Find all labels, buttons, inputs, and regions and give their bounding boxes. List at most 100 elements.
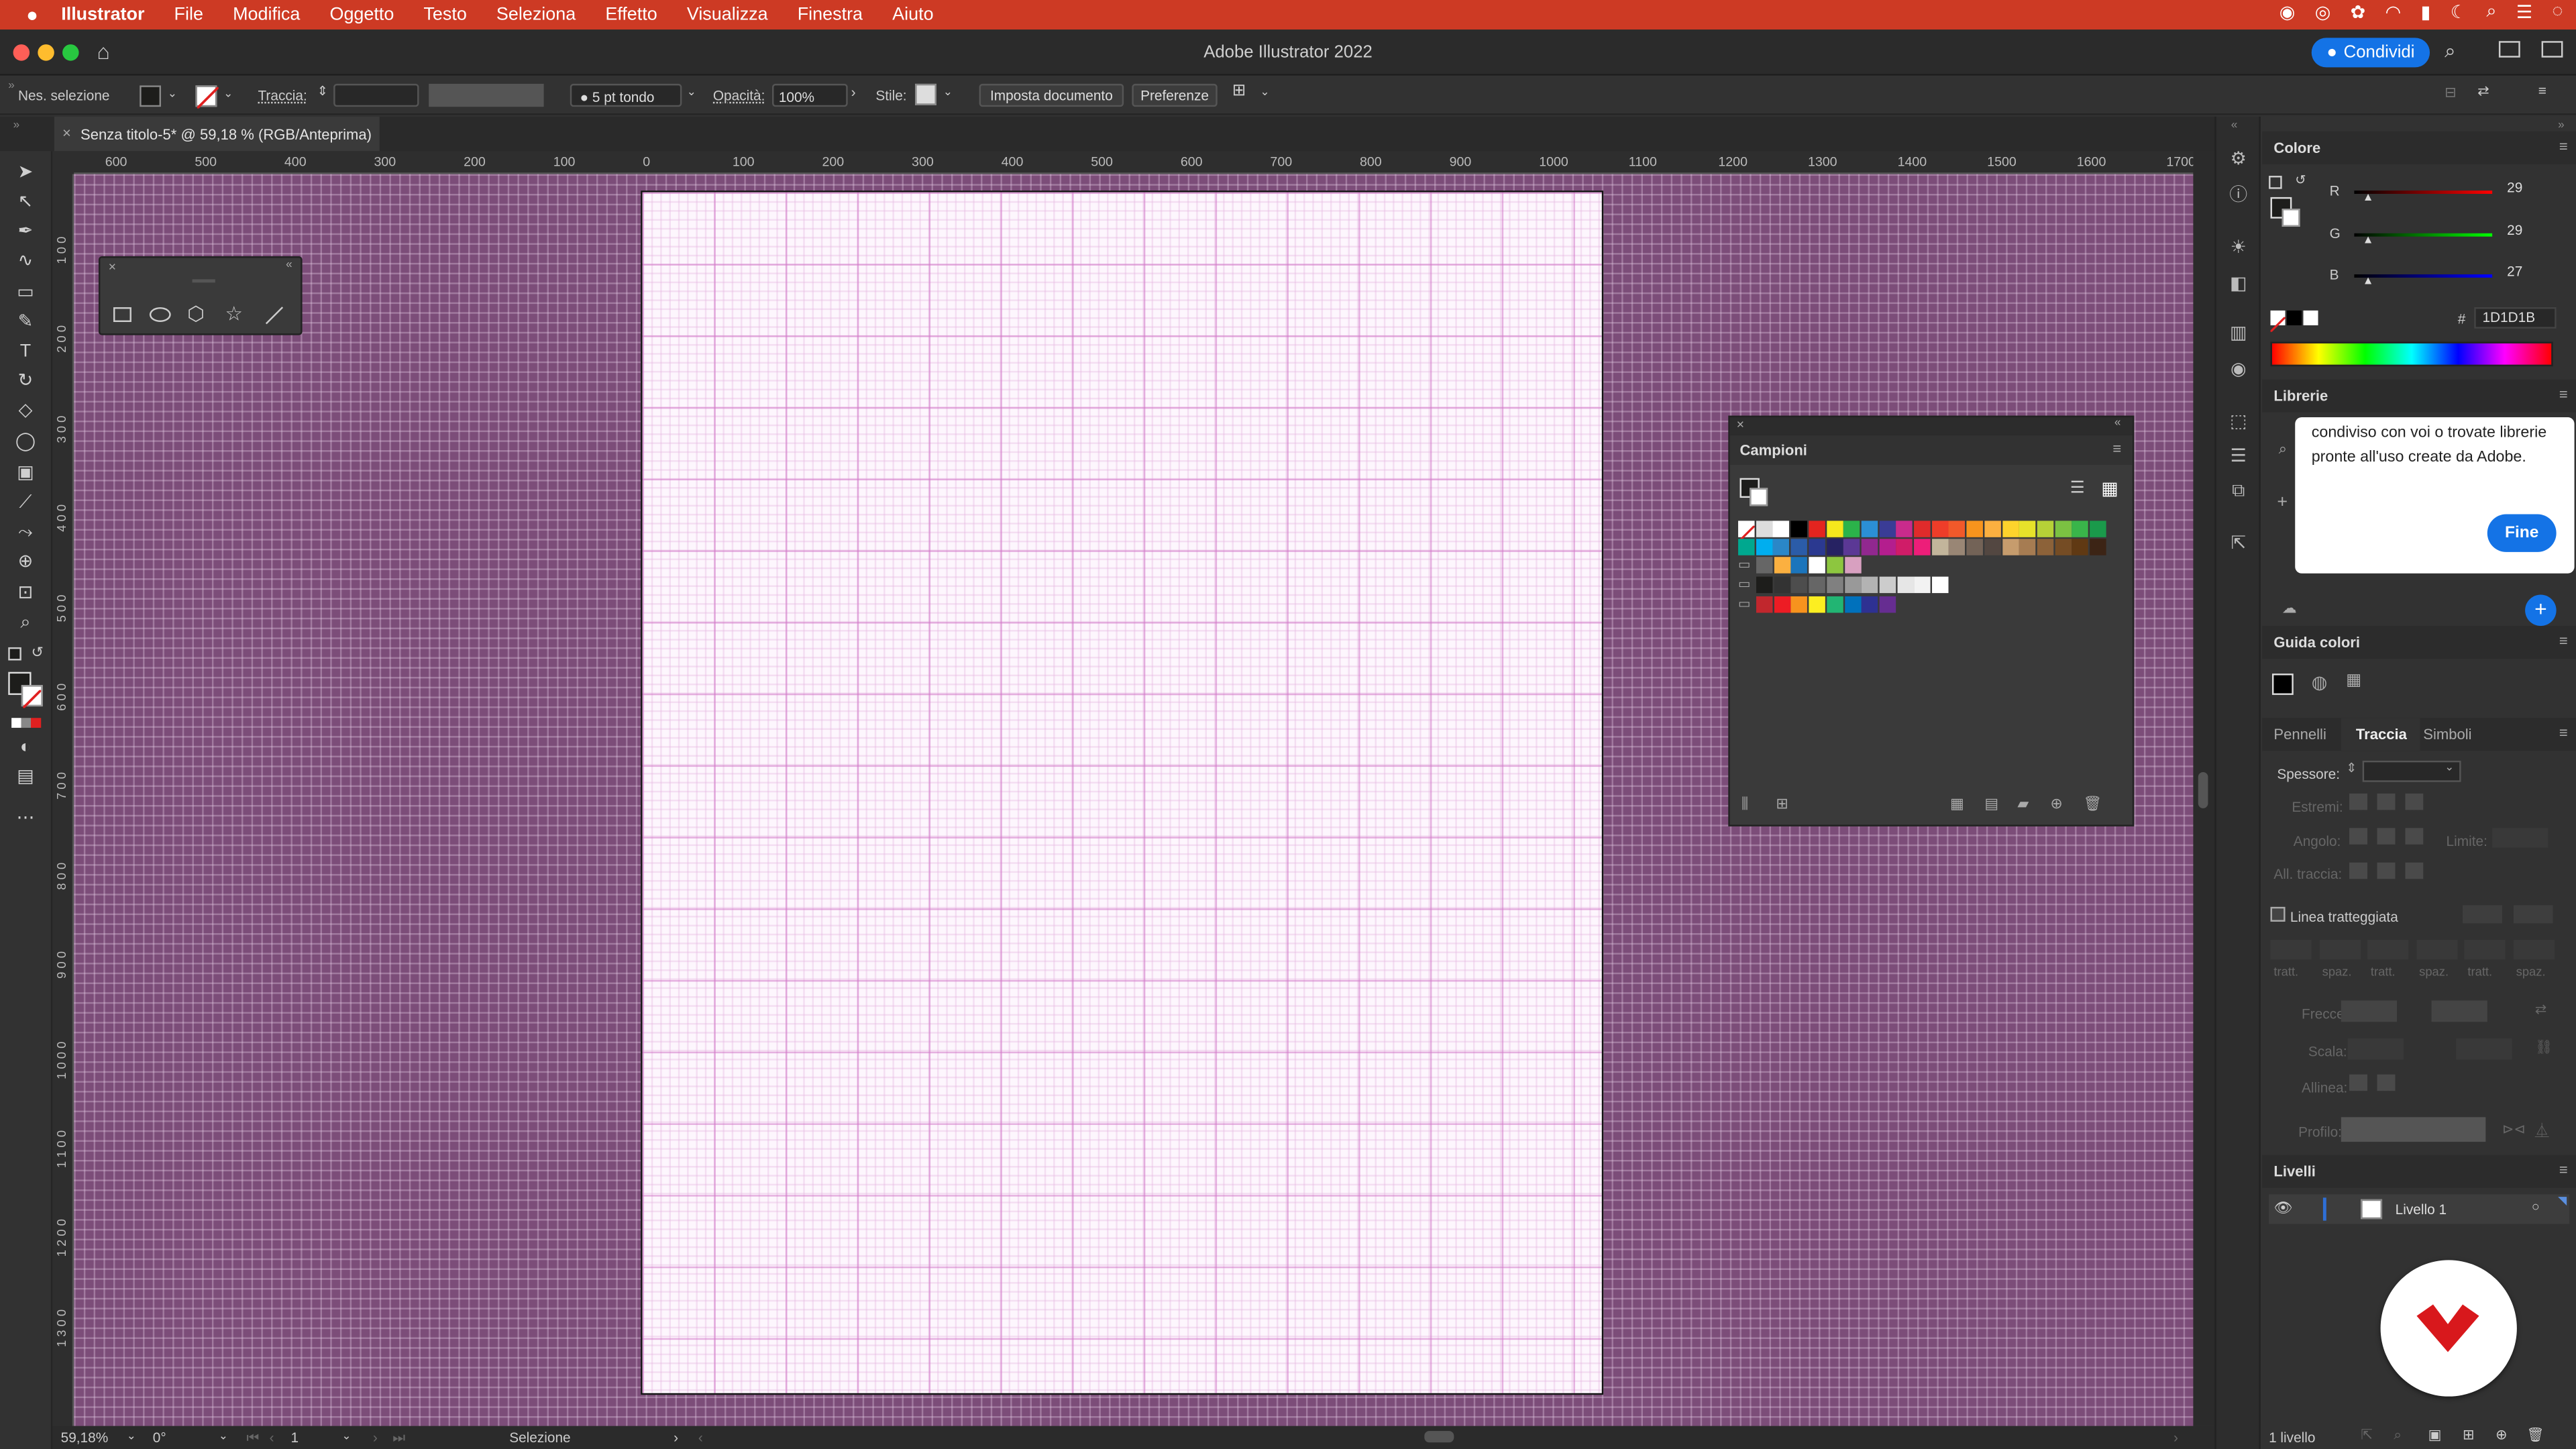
- swatch[interactable]: [2019, 539, 2036, 555]
- swatch[interactable]: [1756, 521, 1772, 537]
- default-colors-icon[interactable]: [8, 647, 21, 661]
- line-tool-icon[interactable]: [264, 306, 284, 325]
- swatch[interactable]: [1809, 576, 1826, 594]
- b-value-input[interactable]: 27: [2500, 263, 2559, 284]
- close-panel-icon[interactable]: ×: [109, 260, 116, 274]
- last-artboard-icon[interactable]: ⏭: [392, 1430, 405, 1448]
- swatch[interactable]: [1756, 557, 1773, 574]
- first-artboard-icon[interactable]: ⏮: [246, 1430, 259, 1448]
- edit-toolbar-icon[interactable]: ⋯: [15, 808, 36, 830]
- info-icon[interactable]: ⓘ: [2228, 186, 2249, 207]
- eraser-tool-icon[interactable]: ◇: [15, 401, 36, 423]
- swatch[interactable]: [1879, 576, 1896, 594]
- vertical-scrollbar[interactable]: [2193, 151, 2215, 1426]
- swatch[interactable]: [1914, 576, 1931, 594]
- swatch[interactable]: [1879, 596, 1896, 613]
- zoom-tool-icon[interactable]: ⌕: [15, 612, 36, 634]
- paintbrush-tool-icon[interactable]: ✎: [15, 312, 36, 333]
- start-arrowhead-select[interactable]: [2341, 1000, 2398, 1022]
- align-panel-icon[interactable]: ☰: [2228, 447, 2249, 468]
- panel-menu-icon[interactable]: ≡: [2112, 440, 2121, 456]
- menu-testo[interactable]: Testo: [423, 5, 466, 24]
- stroke-label[interactable]: Traccia:: [258, 87, 307, 103]
- transform-icon[interactable]: ⇄: [2477, 82, 2489, 100]
- edit-colors-icon[interactable]: ◍: [2312, 672, 2328, 693]
- caps-buttons[interactable]: [2349, 793, 2424, 810]
- siri-icon[interactable]: ◌: [2552, 1, 2563, 23]
- grip-icon[interactable]: »: [8, 80, 15, 92]
- swatch[interactable]: [1966, 521, 1984, 537]
- dash-input[interactable]: [2416, 939, 2457, 960]
- start-scale-input[interactable]: [2347, 1038, 2404, 1060]
- swatch-libraries-icon[interactable]: ⫼: [1741, 795, 1748, 813]
- menu-visualizza[interactable]: Visualizza: [687, 5, 768, 24]
- swatch[interactable]: [1896, 521, 1913, 537]
- swatch[interactable]: [1756, 596, 1773, 613]
- type-tool-icon[interactable]: T: [15, 341, 36, 363]
- rotate-tool-icon[interactable]: ↻: [15, 371, 36, 392]
- graphic-style-swatch[interactable]: [915, 83, 936, 105]
- swatch[interactable]: [1773, 539, 1790, 555]
- collect-export-icon[interactable]: ⇱: [2361, 1426, 2372, 1444]
- swatch[interactable]: [2019, 521, 2036, 537]
- swatch[interactable]: [1878, 521, 1896, 537]
- swatch[interactable]: [1826, 557, 1843, 574]
- pathfinder-icon[interactable]: ⧉: [2228, 482, 2249, 503]
- r-slider[interactable]: [2354, 191, 2493, 194]
- dash-input[interactable]: [2318, 939, 2360, 960]
- battery-icon[interactable]: ▮: [2421, 1, 2431, 23]
- stroke-swatch[interactable]: [1750, 488, 1768, 506]
- swatch[interactable]: [1773, 521, 1790, 537]
- swatches-tab[interactable]: Campioni: [1739, 442, 1807, 458]
- horizontal-scroll-thumb[interactable]: [1424, 1431, 1454, 1443]
- eyedropper-tool-icon[interactable]: ⟋: [15, 493, 36, 515]
- align-stroke-buttons[interactable]: [2349, 862, 2424, 879]
- zoom-level[interactable]: 59,18%: [61, 1430, 133, 1448]
- swatch[interactable]: [1931, 521, 1948, 537]
- transform-panel-icon[interactable]: ⬚: [2228, 413, 2249, 434]
- b-slider[interactable]: [2354, 274, 2493, 278]
- stroke-weight-dropdown-icon[interactable]: ⌄: [2445, 761, 2454, 773]
- menu-oggetto[interactable]: Oggetto: [329, 5, 394, 24]
- swatch[interactable]: [1808, 539, 1825, 555]
- opacity-arrow-icon[interactable]: ›: [851, 84, 856, 100]
- swatch[interactable]: [1808, 521, 1825, 537]
- g-slider[interactable]: [2354, 233, 2493, 237]
- library-search-icon[interactable]: ⌕: [2279, 440, 2287, 458]
- arrange-panels-icon[interactable]: [2541, 41, 2563, 58]
- share-button[interactable]: ● Condividi: [2311, 38, 2430, 68]
- polygon-tool-icon[interactable]: ⬡: [187, 303, 205, 325]
- swatch[interactable]: [1774, 557, 1790, 574]
- swatch[interactable]: [1914, 539, 1931, 555]
- g-value-input[interactable]: 29: [2500, 222, 2559, 244]
- direct-selection-tool-icon[interactable]: ↖: [15, 193, 36, 214]
- none-color-icon[interactable]: [2269, 310, 2286, 333]
- tab-pennelli[interactable]: Pennelli: [2273, 726, 2326, 742]
- new-sublayer-icon[interactable]: ⊞: [2463, 1426, 2474, 1444]
- flip-across-icon[interactable]: ⏅: [2535, 1120, 2549, 1140]
- next-artboard-icon[interactable]: ›: [373, 1430, 378, 1446]
- visibility-eye-icon[interactable]: 👁: [2273, 1199, 2292, 1218]
- menu-finestra[interactable]: Finestra: [798, 5, 863, 24]
- lasso-tool-icon[interactable]: ◯: [15, 432, 36, 453]
- end-scale-input[interactable]: [2456, 1038, 2512, 1060]
- swatch[interactable]: [2002, 539, 2019, 555]
- swatch[interactable]: [1844, 596, 1861, 613]
- swatch[interactable]: [2090, 521, 2106, 537]
- document-tab[interactable]: × Senza titolo-5* @ 59,18 % (RGB/Antepri…: [54, 116, 380, 152]
- list-view-icon[interactable]: ☰: [2070, 480, 2085, 498]
- color-mode-icons[interactable]: [11, 718, 42, 728]
- scroll-right-icon[interactable]: ›: [2174, 1430, 2178, 1446]
- add-content-button[interactable]: +: [2525, 594, 2557, 627]
- align-arrows-buttons[interactable]: [2349, 1074, 2399, 1091]
- new-swatch-icon[interactable]: ⊕: [2050, 795, 2062, 813]
- do-not-disturb-icon[interactable]: ☾: [2451, 1, 2467, 23]
- fill-dropdown-icon[interactable]: ⌄: [168, 87, 177, 100]
- swatch[interactable]: [1738, 539, 1755, 555]
- color-group-folder-icon[interactable]: ▭: [1738, 596, 1751, 612]
- corner-buttons[interactable]: [2349, 828, 2424, 845]
- swatch[interactable]: [1774, 596, 1790, 613]
- swatch[interactable]: [1896, 539, 1913, 555]
- scroll-left-icon[interactable]: ‹: [698, 1430, 703, 1446]
- panel-menu-icon[interactable]: ≡: [2559, 633, 2568, 649]
